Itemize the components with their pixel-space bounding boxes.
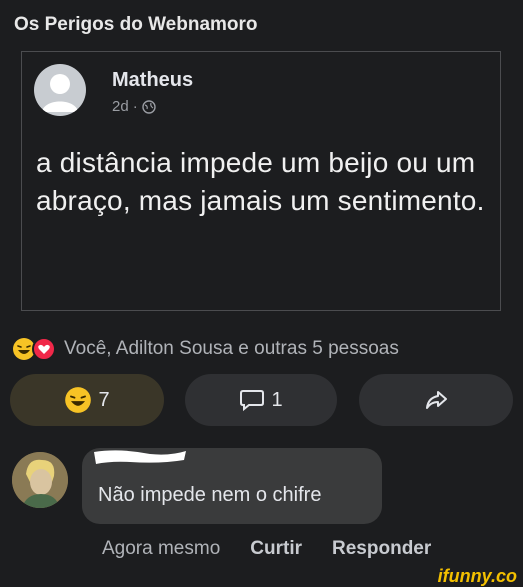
reply-comment-button[interactable]: Responder xyxy=(332,538,431,560)
post-time[interactable]: 2d xyxy=(112,98,129,115)
watermark-text: ifunny.co xyxy=(437,565,517,586)
post-meta: 2d · xyxy=(112,98,156,115)
meta-separator: · xyxy=(132,98,138,115)
shared-post-card[interactable]: Matheus 2d · a distância impede um beijo… xyxy=(21,51,501,311)
share-button[interactable] xyxy=(359,374,513,426)
default-avatar-icon xyxy=(42,74,78,112)
haha-reaction-icon xyxy=(65,387,92,413)
comment-bubble[interactable]: Não impede nem o chifre xyxy=(82,448,382,524)
haha-count: 7 xyxy=(98,388,110,411)
post-text: a distância impede um beijo ou um abraço… xyxy=(36,147,485,216)
love-reaction-icon xyxy=(32,337,56,361)
haha-reaction-button[interactable]: 7 xyxy=(10,374,164,426)
reaction-icons xyxy=(12,337,56,361)
comment-count: 1 xyxy=(271,388,283,411)
reactions-summary[interactable]: Você, Adilton Sousa e outras 5 pessoas xyxy=(12,337,399,361)
redacted-name-scribble xyxy=(94,450,186,464)
comment-text: Não impede nem o chifre xyxy=(98,484,322,506)
comment-actions: Agora mesmo Curtir Responder xyxy=(102,538,431,560)
author-avatar[interactable] xyxy=(34,64,86,116)
comment-time[interactable]: Agora mesmo xyxy=(102,538,220,560)
comment-icon xyxy=(240,390,265,412)
group-title[interactable]: Os Perigos do Webnamoro xyxy=(14,14,258,36)
author-name[interactable]: Matheus xyxy=(112,69,193,92)
comment-button[interactable]: 1 xyxy=(185,374,337,426)
share-icon xyxy=(426,391,447,409)
commenter-avatar[interactable] xyxy=(12,452,68,508)
reactions-summary-text: Você, Adilton Sousa e outras 5 pessoas xyxy=(64,338,399,359)
ifunny-watermark: ifunny.co xyxy=(413,566,523,586)
like-comment-button[interactable]: Curtir xyxy=(250,538,302,560)
globe-icon xyxy=(141,99,156,114)
commenter-avatar-image xyxy=(12,452,68,508)
